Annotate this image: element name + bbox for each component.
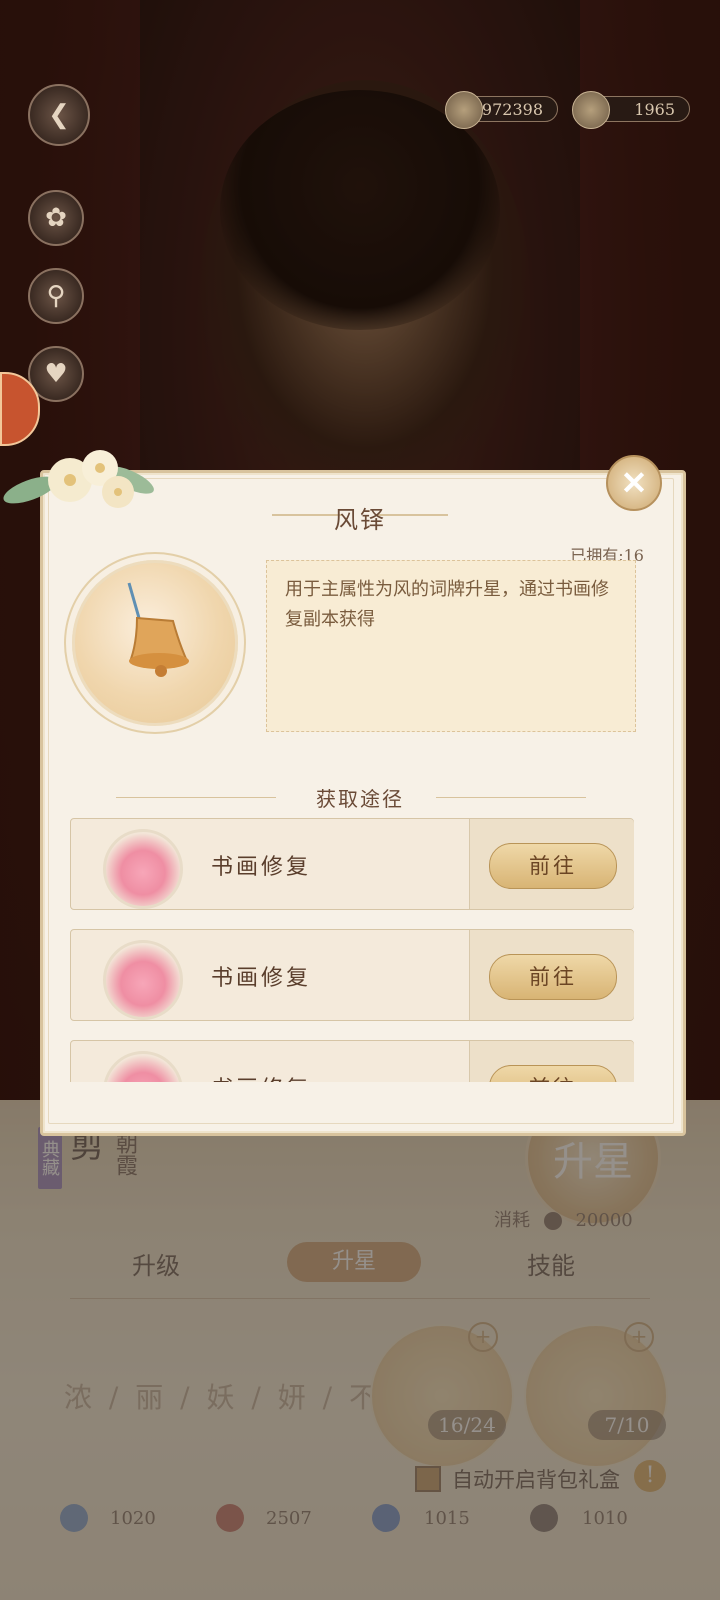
item-title: 风铎 [334, 506, 386, 534]
lotus-icon [103, 1051, 183, 1082]
row-divider [469, 1041, 470, 1082]
go-button[interactable]: 前往 [489, 1065, 617, 1082]
item-description: 用于主属性为风的词牌升星，通过书画修复副本获得 [266, 560, 636, 732]
lotus-button[interactable]: ✿ [28, 190, 84, 246]
acquire-section-title: 获取途径 [316, 787, 404, 811]
item-image-frame [72, 560, 238, 726]
source-row: 书画修复 前往 [70, 929, 634, 1021]
lotus-icon [103, 940, 183, 1020]
go-button[interactable]: 前往 [489, 954, 617, 1000]
source-label: 书画修复 [211, 966, 312, 991]
go-button[interactable]: 前往 [489, 843, 617, 889]
zoom-button[interactable]: ⚲ [28, 268, 84, 324]
lotus-icon: ✿ [45, 203, 67, 233]
source-label: 书画修复 [211, 855, 312, 880]
lotus-icon [103, 829, 183, 909]
source-row: 书画修复 前往 [70, 1040, 634, 1082]
source-row: 书画修复 前往 [70, 818, 634, 910]
source-label: 书画修复 [211, 1071, 311, 1082]
source-list[interactable]: 书画修复 前往 书画修复 前往 书画修复 前往 [70, 818, 636, 1082]
bell-icon [127, 582, 189, 677]
search-icon: ⚲ [46, 281, 66, 311]
back-arrow-icon: ❮ [48, 100, 70, 130]
heart-icon: ♥ [44, 359, 68, 389]
row-divider [469, 819, 470, 909]
row-divider [469, 930, 470, 1020]
gold-amount: 1965 [634, 99, 675, 119]
close-icon: ✕ [620, 464, 648, 502]
jade-icon [445, 91, 483, 129]
gold-icon [572, 91, 610, 129]
jade-amount: 972398 [481, 99, 543, 119]
back-button[interactable]: ❮ [28, 84, 90, 146]
